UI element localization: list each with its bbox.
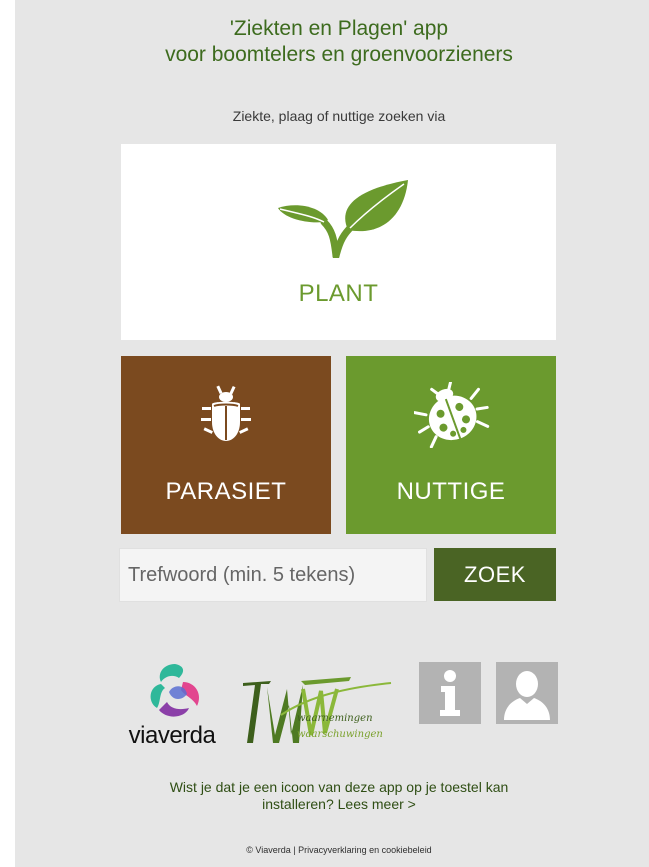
viaverda-wordmark: viaverda [128, 722, 216, 749]
install-tip-line-2: installeren? Lees meer > [0, 796, 649, 813]
app-page: 'Ziekten en Plagen' app voor boomtelers … [15, 0, 649, 867]
info-icon [440, 670, 460, 716]
bug-icon [201, 385, 251, 441]
parasiet-tile-button[interactable]: PARASIET [121, 356, 331, 534]
viaverda-logo[interactable]: viaverda [117, 662, 227, 752]
page-title: 'Ziekten en Plagen' app voor boomtelers … [0, 16, 649, 68]
ww-logo-line-2: waarschuwingen [297, 729, 383, 740]
search-via-subtitle: Ziekte, plaag of nuttige zoeken via [232, 108, 446, 124]
plant-tile-label: PLANT [298, 280, 379, 307]
waarnemingen-waarschuwingen-logo[interactable]: waarnemingen waarschuwingen [241, 675, 411, 750]
install-tip: Wist je dat je een icoon van deze app op… [0, 779, 649, 813]
plant-sprout-icon [278, 180, 408, 258]
viaverda-logo-mark [150, 664, 200, 717]
parasiet-tile-label: PARASIET [165, 478, 287, 505]
title-line-2: voor boomtelers en groenvoorzieners [165, 43, 513, 66]
search-button[interactable]: ZOEK [434, 548, 556, 601]
plant-tile-button[interactable]: PLANT [121, 144, 556, 340]
user-icon [504, 671, 550, 720]
footer: © Viaverda | Privacyverklaring en cookie… [0, 845, 649, 855]
user-account-button[interactable] [496, 662, 558, 724]
read-more-link[interactable]: Lees meer > [338, 796, 416, 812]
info-button[interactable] [419, 662, 481, 724]
copyright-text: © Viaverda [246, 845, 291, 855]
install-tip-line-1: Wist je dat je een icoon van deze app op… [169, 779, 509, 795]
nuttige-tile-label: NUTTIGE [396, 478, 506, 505]
title-line-1: 'Ziekten en Plagen' app [229, 17, 449, 40]
privacy-link[interactable]: Privacyverklaring en cookiebeleid [298, 845, 432, 855]
install-tip-question: installeren? [262, 796, 338, 812]
nuttige-tile-button[interactable]: NUTTIGE [346, 356, 556, 534]
search-input[interactable] [119, 548, 427, 602]
ladybug-icon [414, 382, 490, 448]
ww-logo-line-1: waarnemingen [297, 713, 373, 724]
